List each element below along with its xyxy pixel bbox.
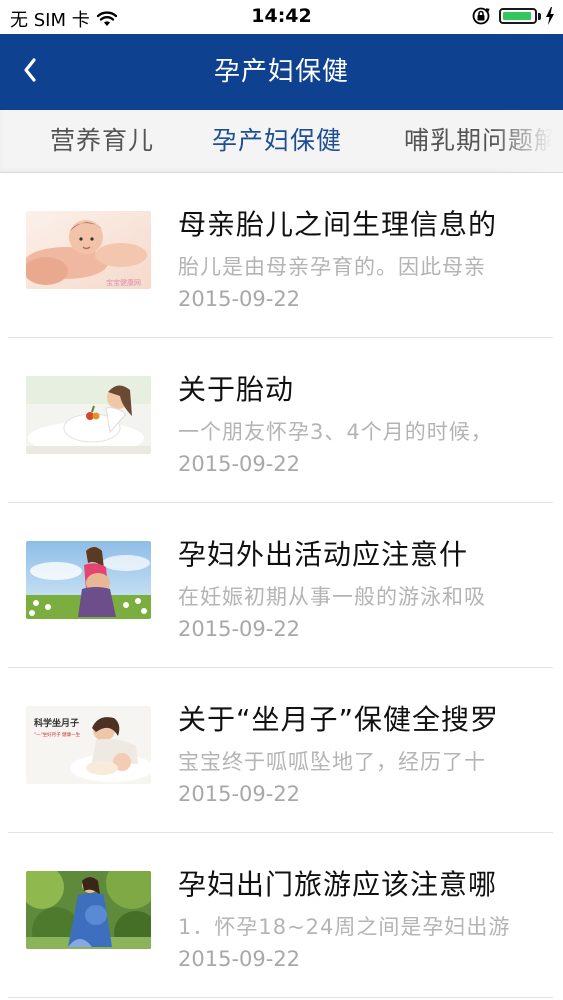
article-title: 关于“坐月子”保健全搜罗 — [178, 703, 500, 736]
tab-label: 哺乳期问题解 — [404, 126, 561, 155]
tab-lactation-questions[interactable]: 哺乳期问题解 — [404, 110, 560, 172]
postpartum-title-text: 科学坐月子 — [34, 717, 79, 729]
tab-nutrition-parenting[interactable]: 营养育儿 — [50, 110, 154, 172]
status-bar: 无 SIM 卡 14:42 — [0, 0, 563, 34]
article-date: 2015-09-22 — [178, 947, 301, 971]
page-title: 孕产妇保健 — [213, 57, 349, 87]
battery-fill — [503, 12, 532, 20]
article-title: 关于胎动 — [178, 373, 295, 406]
list-item[interactable]: 关于胎动 一个朋友怀孕3、4个月的时候， 2015-09-22 — [8, 338, 553, 503]
article-summary: 一个朋友怀孕3、4个月的时候， — [178, 420, 493, 444]
rotation-lock-icon — [472, 7, 490, 25]
battery-icon — [499, 8, 541, 24]
list-item[interactable]: 宝宝健康网 母亲胎儿之间生理信息的 胎儿是由母亲孕育的。因此母亲 2015-09… — [8, 173, 553, 338]
article-title: 孕妇外出活动应注意什 — [178, 538, 469, 571]
list-item[interactable]: 科学坐月子 "一"坐好月子 健康一生 关于“坐月子”保健全搜罗 宝宝终于呱呱坠地… — [8, 668, 553, 833]
tab-label: 营养育儿 — [50, 126, 155, 155]
nav-bar: 孕产妇保健 — [0, 34, 563, 110]
article-summary: 1．怀孕18~24周之间是孕妇出游 — [178, 915, 511, 939]
charging-icon — [546, 7, 554, 25]
tab-maternal-health[interactable]: 孕产妇保健 — [212, 110, 342, 172]
baby-lying-photo: 宝宝健康网 — [26, 211, 151, 289]
pregnant-woman-field-photo — [26, 541, 151, 619]
category-tab-bar: 营养育儿 孕产妇保健 哺乳期问题解 — [0, 110, 563, 173]
battery-cap — [538, 13, 541, 20]
list-item[interactable]: 孕妇出门旅游应该注意哪 1．怀孕18~24周之间是孕妇出游 2015-09-22 — [8, 833, 553, 998]
article-summary: 宝宝终于呱呱坠地了，经历了十 — [178, 750, 486, 774]
article-title: 母亲胎儿之间生理信息的 — [178, 208, 498, 241]
pregnant-woman-forest-photo — [26, 871, 151, 949]
article-title: 孕妇出门旅游应该注意哪 — [178, 868, 498, 901]
article-list: 宝宝健康网 母亲胎儿之间生理信息的 胎儿是由母亲孕育的。因此母亲 2015-09… — [0, 173, 563, 998]
watermark-text: 宝宝健康网 — [106, 278, 141, 287]
article-summary: 在妊娠初期从事一般的游泳和吸 — [178, 585, 486, 609]
article-date: 2015-09-22 — [178, 452, 301, 476]
postpartum-sub-text: "一"坐好月子 健康一生 — [34, 731, 81, 738]
article-date: 2015-09-22 — [178, 782, 301, 806]
pregnant-woman-reclining-photo — [26, 376, 151, 454]
list-item[interactable]: 孕妇外出活动应注意什 在妊娠初期从事一般的游泳和吸 2015-09-22 — [8, 503, 553, 668]
mother-newborn-photo: 科学坐月子 "一"坐好月子 健康一生 — [26, 706, 151, 784]
article-date: 2015-09-22 — [178, 617, 301, 641]
article-date: 2015-09-22 — [178, 287, 301, 311]
tab-label: 孕产妇保健 — [212, 126, 343, 155]
article-summary: 胎儿是由母亲孕育的。因此母亲 — [178, 255, 486, 279]
status-right — [471, 6, 555, 26]
